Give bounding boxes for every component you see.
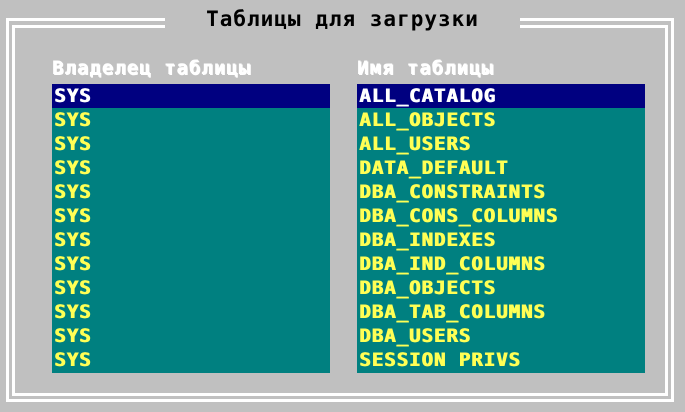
list-item[interactable]: SYS [52, 324, 330, 348]
list-item[interactable]: SYS [52, 156, 330, 180]
list-item[interactable]: ALL_CATALOG [357, 84, 645, 108]
list-item[interactable]: DBA_IND_COLUMNS [357, 252, 645, 276]
list-item[interactable]: SYS [52, 252, 330, 276]
list-item[interactable]: DBA_CONSTRAINTS [357, 180, 645, 204]
list-item[interactable]: DBA_INDEXES [357, 228, 645, 252]
list-item[interactable]: SYS [52, 108, 330, 132]
list-item[interactable]: SYS [52, 276, 330, 300]
list-item[interactable]: SYS [52, 180, 330, 204]
list-item[interactable]: SESSION PRIVS [357, 348, 645, 372]
table-name-list[interactable]: ALL_CATALOG ALL_OBJECTS ALL_USERS DATA_D… [357, 84, 645, 373]
owner-list[interactable]: SYS SYS SYS SYS SYS SYS SYS SYS SYS SYS … [52, 84, 330, 373]
list-item[interactable]: SYS [52, 132, 330, 156]
list-item[interactable]: ALL_OBJECTS [357, 108, 645, 132]
list-item[interactable]: SYS [52, 204, 330, 228]
list-item[interactable]: DBA_CONS_COLUMNS [357, 204, 645, 228]
list-item[interactable]: SYS [52, 84, 330, 108]
list-item[interactable]: DBA_TAB_COLUMNS [357, 300, 645, 324]
list-item[interactable]: DBA_USERS [357, 324, 645, 348]
tables-to-load-dialog: Таблицы для загрузки Владелец таблицы Им… [0, 0, 685, 412]
list-item[interactable]: ALL_USERS [357, 132, 645, 156]
list-item[interactable]: SYS [52, 300, 330, 324]
owner-column-header: Владелец таблицы [52, 57, 252, 79]
table-name-column-header: Имя таблицы [357, 57, 494, 79]
list-item[interactable]: DBA_OBJECTS [357, 276, 645, 300]
list-item[interactable]: SYS [52, 348, 330, 372]
dialog-title: Таблицы для загрузки [165, 2, 520, 36]
list-item[interactable]: DATA_DEFAULT [357, 156, 645, 180]
list-item[interactable]: SYS [52, 228, 330, 252]
